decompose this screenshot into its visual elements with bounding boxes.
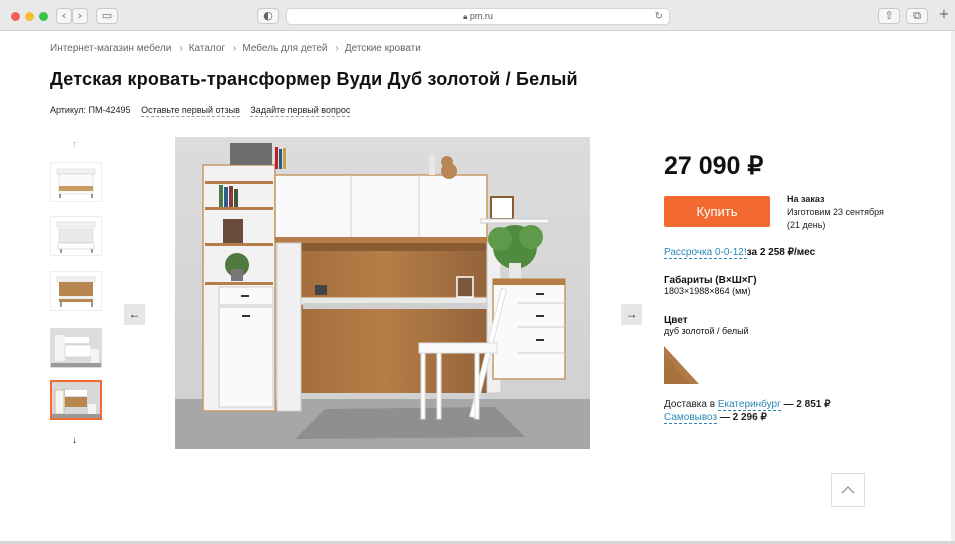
minimize-window-button[interactable] [25, 12, 34, 21]
page-title: Детская кровать-трансформер Вуди Дуб зол… [50, 69, 578, 89]
page-scrollbar[interactable] [951, 31, 955, 541]
order-status: На заказ [787, 194, 825, 204]
privacy-shield-icon[interactable]: ◐ [257, 8, 279, 24]
sidebar-icon[interactable]: ▭ [96, 8, 118, 24]
thumbnail-selected[interactable] [50, 380, 102, 420]
new-tab-icon[interactable]: + [935, 8, 953, 24]
thumb-down-arrow-icon[interactable]: ↓ [72, 435, 77, 446]
page-content: Интернет-магазин мебели › Каталог › Мебель д… [0, 31, 951, 541]
next-image-button[interactable]: → [621, 304, 642, 325]
breadcrumb-separator: › [335, 43, 339, 54]
pickup-price: — 2 296 ₽ [719, 412, 767, 423]
thumbnail[interactable] [50, 216, 102, 256]
order-info: На заказ Изготовим 23 сентября (21 день) [787, 193, 884, 232]
forward-icon[interactable]: › [72, 8, 88, 24]
delivery-info: Доставка в Екатеринбург — 2 851 ₽ Самовы… [664, 398, 830, 424]
installment-info: Рассрочка 0-0-12!за 2 258 ₽/мес [664, 247, 816, 259]
browser-toolbar: ‹ › ▭ ◐ 🔒︎ pm.ru ↻ ⇧ ⧉ + [0, 0, 955, 31]
first-question-link[interactable]: Задайте первый вопрос [250, 105, 351, 117]
reload-icon[interactable]: ↻ [655, 9, 663, 24]
order-ready-date: Изготовим 23 сентября [787, 207, 884, 217]
color-block: Цвет дуб золотой / белый [664, 315, 749, 336]
thumbnail[interactable] [50, 328, 102, 368]
delivery-price: — 2 851 ₽ [783, 399, 831, 410]
delivery-city-link[interactable]: Екатеринбург [717, 399, 781, 411]
product-price: 27 090 ₽ [664, 152, 764, 180]
lock-icon: 🔒︎ [463, 12, 468, 21]
url-text: pm.ru [469, 11, 493, 21]
breadcrumb-item-catalog[interactable]: Каталог [189, 43, 225, 54]
product-main-image [175, 137, 590, 449]
room-photo-icon [51, 329, 101, 367]
dimensions-value: 1803×1988×864 (мм) [664, 286, 751, 296]
share-icon[interactable]: ⇧ [878, 8, 900, 24]
address-bar[interactable]: 🔒︎ pm.ru ↻ [286, 8, 670, 25]
breadcrumb-item-shop[interactable]: Интернет-магазин мебели [50, 43, 171, 54]
color-label: Цвет [664, 315, 688, 326]
first-review-link[interactable]: Оставьте первый отзыв [141, 105, 240, 117]
installment-amount: за 2 258 ₽/мес [746, 247, 816, 258]
buy-button[interactable]: Купить [664, 196, 770, 227]
installment-link[interactable]: Рассрочка 0-0-12! [664, 247, 747, 259]
thumbnail[interactable] [50, 162, 102, 202]
tabs-overview-icon[interactable]: ⧉ [906, 8, 928, 24]
zoom-window-button[interactable] [39, 12, 48, 21]
thumb-up-arrow-icon[interactable]: ↑ [72, 139, 77, 150]
chevron-up-icon [841, 486, 855, 494]
browser-window: ‹ › ▭ ◐ 🔒︎ pm.ru ↻ ⇧ ⧉ + Интернет-магази… [0, 0, 955, 544]
color-value: дуб золотой / белый [664, 326, 749, 336]
product-meta: Артикул: ПМ-42495 Оставьте первый отзыв … [50, 105, 351, 117]
prev-image-button[interactable]: ← [124, 304, 145, 325]
breadcrumb-separator: › [179, 43, 183, 54]
breadcrumb-item-kids-furniture[interactable]: Мебель для детей [242, 43, 327, 54]
breadcrumb-separator: › [233, 43, 237, 54]
bed-desk-icon [56, 276, 96, 307]
dimensions-block: Габариты (В×Ш×Г) 1803×1988×864 (мм) [664, 275, 757, 296]
bed-closed-icon [56, 168, 96, 198]
thumbnail[interactable] [50, 271, 102, 311]
sku-text: Артикул: ПМ-42495 [50, 105, 131, 115]
pickup-link[interactable]: Самовывоз [664, 412, 718, 424]
dimensions-label: Габариты (В×Ш×Г) [664, 275, 757, 286]
scroll-to-top-button[interactable] [831, 473, 865, 507]
room-photo-icon [52, 382, 100, 418]
breadcrumb: Интернет-магазин мебели › Каталог › Мебель д… [50, 43, 425, 54]
color-swatch[interactable] [664, 346, 699, 384]
breadcrumb-item-kids-beds[interactable]: Детские кровати [345, 43, 421, 54]
close-window-button[interactable] [11, 12, 20, 21]
back-icon[interactable]: ‹ [56, 8, 72, 24]
delivery-prefix: Доставка в [664, 399, 716, 410]
bed-open-icon [56, 221, 96, 253]
order-days: (21 день) [787, 220, 826, 230]
